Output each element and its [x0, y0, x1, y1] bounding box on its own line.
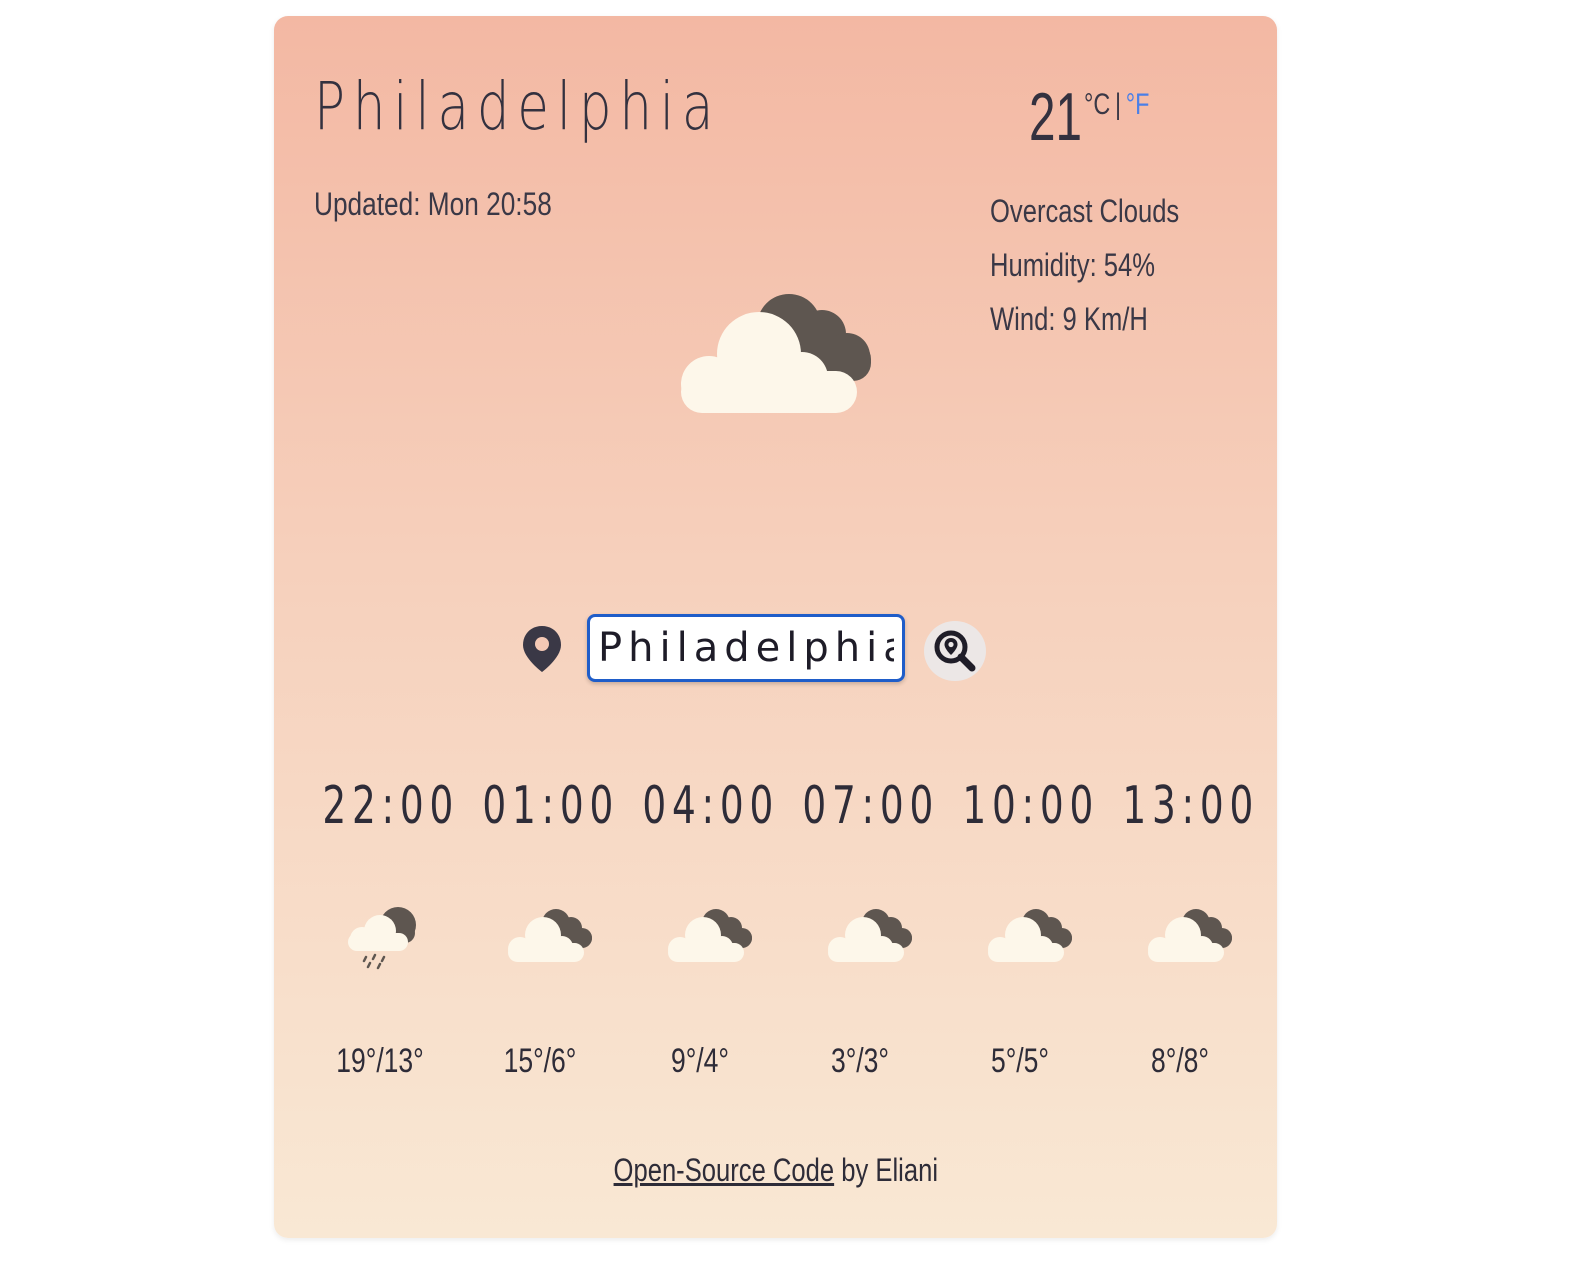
updated-time: Updated: Mon 20:58: [314, 186, 552, 222]
forecast-temperature: 8°/8°: [1150, 1042, 1210, 1080]
forecast-item: 04:00 9°/4°: [620, 776, 780, 1096]
humidity: Humidity: 54%: [990, 247, 1156, 283]
search-location-icon: [934, 630, 976, 672]
forecast-time: 13:00: [1122, 776, 1260, 836]
unit-toggle: °C | °F: [1084, 88, 1149, 122]
city-name: Philadelphia: [314, 68, 722, 145]
forecast-time: 22:00: [322, 776, 460, 836]
forecast-time: 10:00: [962, 776, 1100, 836]
temperature-value: 21: [1029, 79, 1082, 155]
celsius-link[interactable]: °C: [1084, 88, 1110, 121]
footer: Open-Source Code by Eliani: [274, 1152, 1277, 1189]
overcast-clouds-icon: [668, 909, 752, 962]
rain-clouds-icon: [348, 907, 416, 970]
wind: Wind: 9 Km/H: [990, 301, 1148, 337]
open-source-code-link[interactable]: Open-Source Code: [613, 1152, 834, 1188]
forecast-time: 04:00: [642, 776, 780, 836]
forecast-item: 07:00 3°/3°: [780, 776, 940, 1096]
location-pin-icon[interactable]: [522, 624, 562, 674]
overcast-clouds-icon: [508, 909, 592, 962]
unit-separator: |: [1114, 88, 1122, 121]
hourly-forecast: 22:00 19°/13° 01:00 15°/6° 04:00 9°/4° 0…: [300, 776, 1260, 1096]
forecast-temperature: 19°/13°: [336, 1042, 424, 1080]
forecast-item: 13:00 8°/8°: [1100, 776, 1260, 1096]
forecast-time: 07:00: [802, 776, 940, 836]
forecast-temperature: 9°/4°: [670, 1042, 730, 1080]
forecast-item: 10:00 5°/5°: [940, 776, 1100, 1096]
weather-details: Overcast Clouds Humidity: 54% Wind: 9 Km…: [990, 184, 1179, 346]
forecast-time: 01:00: [482, 776, 620, 836]
search-form: [522, 614, 1022, 694]
weather-card: Philadelphia Updated: Mon 20:58 21 °C | °F…: [274, 16, 1277, 1238]
fahrenheit-link[interactable]: °F: [1126, 88, 1150, 121]
city-search-input[interactable]: [587, 614, 905, 682]
forecast-temperature: 5°/5°: [990, 1042, 1050, 1080]
overcast-clouds-icon: [988, 909, 1072, 962]
forecast-item: 01:00 15°/6°: [460, 776, 620, 1096]
overcast-clouds-icon: [681, 294, 871, 413]
forecast-temperature: 15°/6°: [503, 1042, 577, 1080]
forecast-temperature: 3°/3°: [830, 1042, 890, 1080]
weather-description: Overcast Clouds: [990, 193, 1180, 229]
forecast-item: 22:00 19°/13°: [300, 776, 460, 1096]
footer-credit: Open-Source Code by Eliani: [613, 1152, 937, 1189]
footer-author: by Eliani: [833, 1152, 938, 1188]
overcast-clouds-icon: [828, 909, 912, 962]
search-button[interactable]: [924, 621, 986, 681]
overcast-clouds-icon: [1148, 909, 1232, 962]
